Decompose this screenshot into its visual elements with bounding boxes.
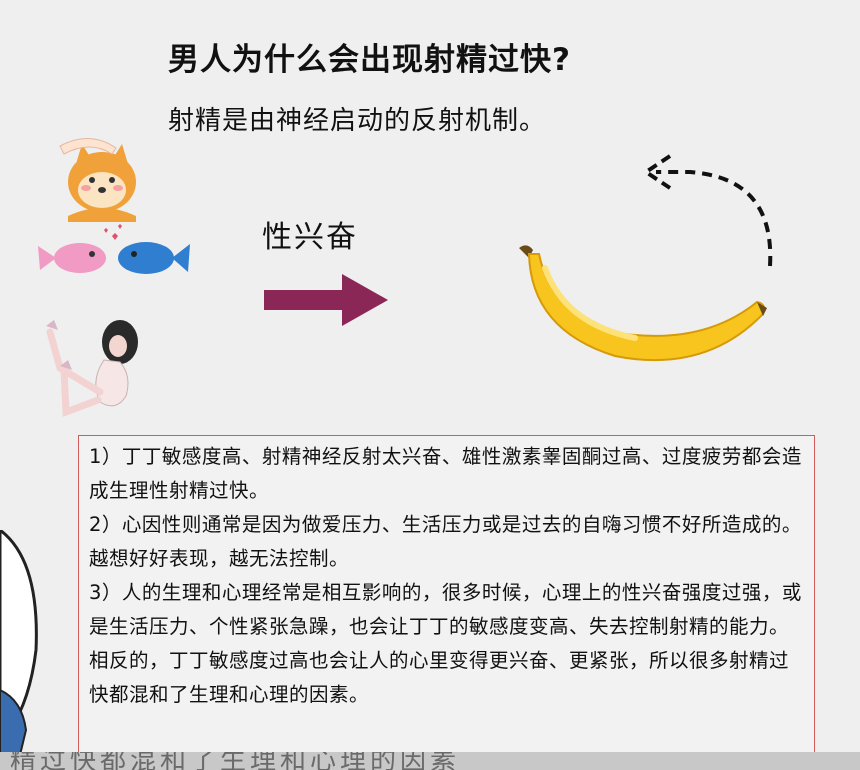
slide-subtitle: 射精是由神经启动的反射机制。 bbox=[168, 106, 547, 136]
curved-dashed-arrow-icon bbox=[642, 154, 773, 267]
explanation-box: 1）丁丁敏感度高、射精神经反射太兴奋、雄性激素睾固酮过高、过度疲劳都会造成生理性… bbox=[78, 435, 815, 755]
arrow-label: 性兴奋 bbox=[262, 220, 358, 255]
point-3: 3）人的生理和心理经常是相互影响的，很多时候，心理上的性兴奋强度过强，或是生活压… bbox=[89, 581, 802, 638]
shiba-dog-icon bbox=[59, 138, 136, 222]
point-1: 1）丁丁敏感度高、射精神经反射太兴奋、雄性激素睾固酮过高、过度疲劳都会造成生理性… bbox=[89, 445, 802, 502]
caption-text: 精过快都混和了生理和心理的因素 bbox=[10, 752, 461, 770]
point-2: 2）心因性则通常是因为做爱压力、生活压力或是过去的自嗨习惯不好所造成的。越想好好… bbox=[89, 513, 802, 570]
woman-illustration bbox=[46, 320, 138, 417]
presenter-illustration bbox=[0, 530, 38, 755]
kissing-fish-icon bbox=[38, 224, 190, 274]
slide-title: 男人为什么会出现射精过快? bbox=[168, 42, 571, 78]
stimuli-illustrations bbox=[38, 138, 190, 417]
right-arrow-icon bbox=[264, 274, 388, 326]
caption-bar: 精过快都混和了生理和心理的因素 bbox=[0, 752, 860, 770]
point-4: 相反的，丁丁敏感度过高也会让人的心里变得更兴奋、更紧张，所以很多射精过快都混和了… bbox=[89, 649, 790, 706]
